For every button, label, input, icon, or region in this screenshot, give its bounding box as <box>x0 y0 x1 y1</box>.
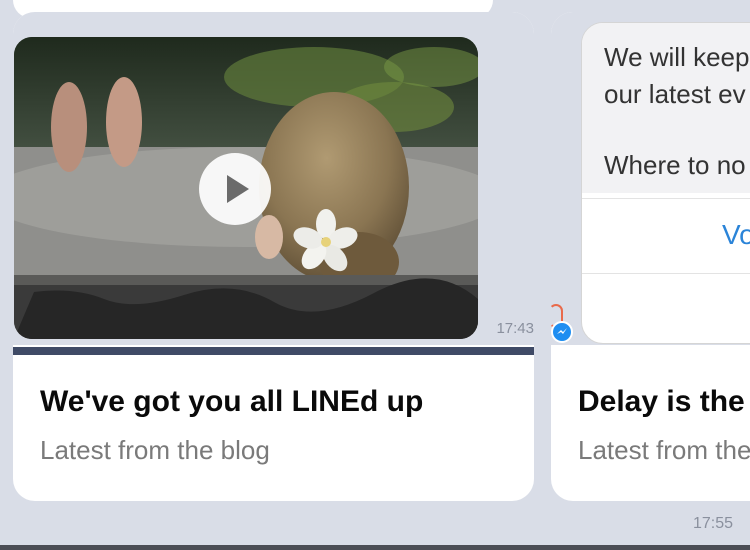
card-subtitle: Latest from the <box>578 435 750 465</box>
message-preview-bubble[interactable]: We will keep our latest ev Where to no V… <box>581 22 750 344</box>
card-subtitle: Latest from the blog <box>40 435 270 465</box>
card-title[interactable]: Delay is the <box>578 385 745 419</box>
blog-card-left[interactable]: 17:43 We've got you all LINEd up Latest … <box>13 12 534 501</box>
message-line: our latest ev <box>604 79 746 109</box>
message-text: We will keep our latest ev Where to no <box>582 23 750 193</box>
message-line: We will keep <box>604 42 750 72</box>
blog-card-right[interactable]: We will keep our latest ev Where to no V… <box>551 12 750 501</box>
bottom-divider <box>0 545 750 550</box>
card-divider-bar <box>551 347 750 355</box>
quick-reply-option[interactable]: Vo <box>582 198 750 268</box>
card-media-area: We will keep our latest ev Where to no V… <box>551 12 750 345</box>
message-line: Where to no <box>604 150 746 180</box>
play-icon[interactable] <box>197 151 273 227</box>
card-divider-bar <box>13 347 534 355</box>
quick-reply-option-empty[interactable] <box>582 273 750 343</box>
message-timestamp: 17:55 <box>692 515 733 532</box>
card-media-area: 17:43 <box>13 12 534 345</box>
video-thumbnail[interactable] <box>14 37 478 339</box>
video-timestamp: 17:43 <box>496 320 534 337</box>
card-title[interactable]: We've got you all LINEd up <box>40 385 423 419</box>
messenger-icon <box>551 321 573 343</box>
